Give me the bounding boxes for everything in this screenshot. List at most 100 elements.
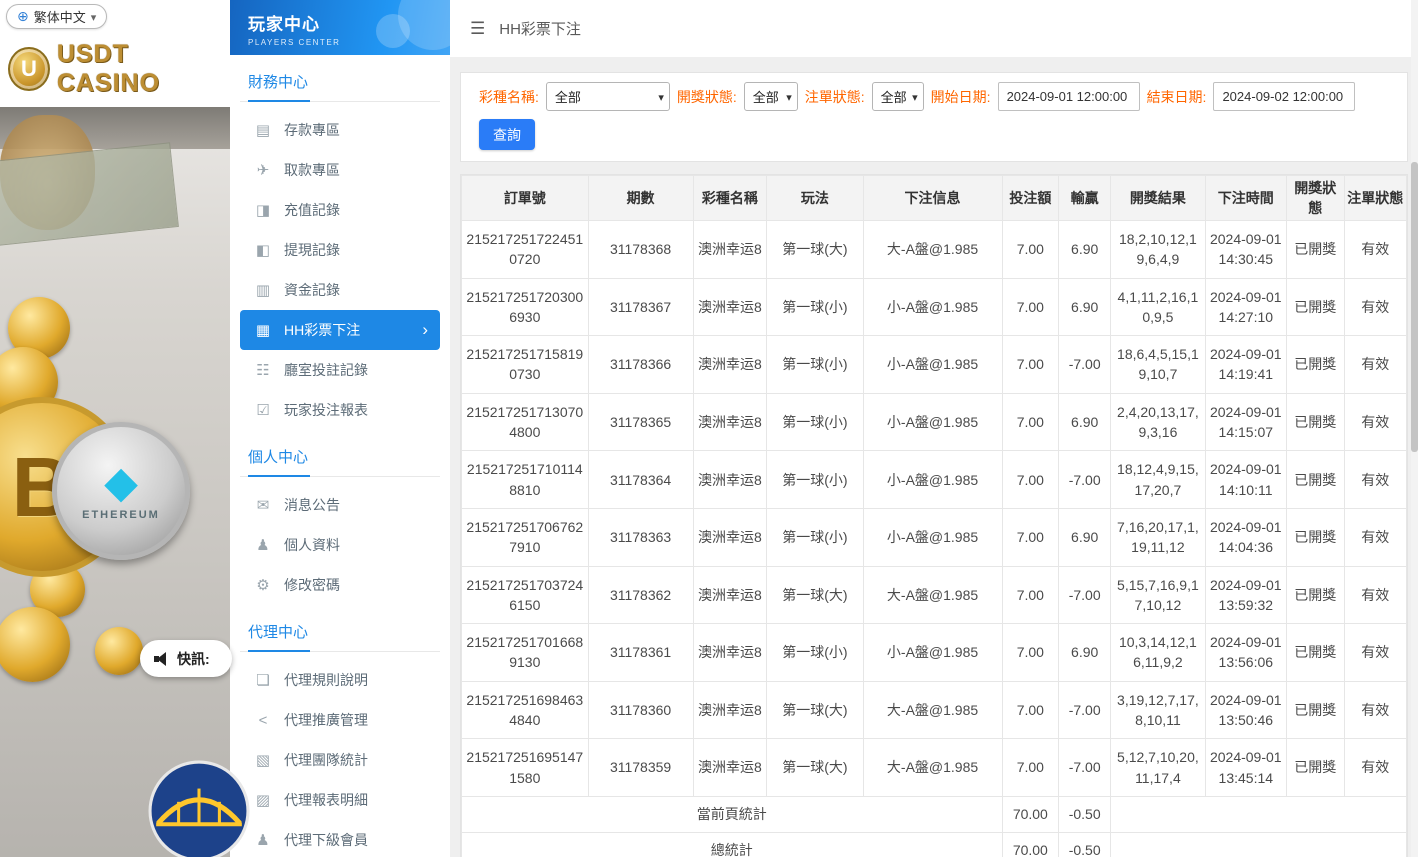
column-header: 彩種名稱 [692,175,768,221]
cell-lottery: 澳洲幸运8 [692,565,768,625]
cell-play: 第一球(大) [766,565,864,625]
topbar: HH彩票下注 [450,0,1418,57]
total-win: -0.50 [1058,795,1112,833]
cell-draw_status: 已開獎 [1285,565,1345,625]
column-header: 下注信息 [862,175,1003,221]
cell-time: 2024-09-01 13:45:14 [1204,738,1287,797]
cell-amount: 7.00 [1001,335,1060,394]
bridge-logo-icon [148,760,250,857]
cell-order_no: 2152172517158190730 [461,335,589,394]
cell-order_status: 有效 [1343,450,1408,509]
sidebar-item-agent-members[interactable]: ♟ 代理下級會員 [240,820,440,857]
brand-text: USDT CASINO [56,40,161,97]
recharge-record-icon: ◨ [255,202,271,219]
sidebar-item-label: 存款專區 [284,122,340,138]
scrollbar-track [1411,0,1418,857]
bell-icon: ✉ [256,497,270,514]
cell-amount: 7.00 [1001,277,1060,337]
sidebar-item-label: 資金記錄 [284,282,340,298]
cell-period: 31178364 [587,450,694,509]
hamburger-menu-icon[interactable] [470,19,485,39]
page-title: HH彩票下注 [499,21,581,38]
sidebar-item-label: 代理報表明細 [284,792,368,808]
cell-time: 2024-09-01 14:27:10 [1204,277,1287,337]
sidebar-item-agent-report-detail[interactable]: ▨ 代理報表明細 [240,780,440,820]
table-body: 2152172517224510720 31178368 澳洲幸运8 第一球(大) 大-… [461,220,1408,857]
cell-lottery: 澳洲幸运8 [692,623,768,682]
caret-down-icon [658,89,664,104]
cell-result: 18,2,10,12,19,6,4,9 [1110,220,1206,279]
filter-row: 彩種名稱: 全部 開獎狀態: 全部 注單狀態: 全部 開始 [479,82,1389,111]
cell-play: 第一球(小) [766,450,864,509]
ethereum-coin-graphic: ◆ ETHEREUM [52,422,190,560]
sidebar-item-label: 充值記錄 [284,202,340,218]
cell-play: 第一球(小) [766,392,864,452]
sidebar-item-room-bet-records[interactable]: ☷ 廳室投註記錄 [240,350,440,390]
caret-down-icon [91,9,97,24]
start-date-label: 開始日期: [930,88,991,105]
table-header-row: 訂單號 期數 彩種名稱 玩法 下注信息 投注額 輸贏 開獎結果 下注時間 開獎狀態 注單狀態 [461,175,1408,221]
sidebar-item-agent-rules[interactable]: ❏ 代理規則說明 [240,660,440,700]
news-ticker-button[interactable]: 快訊: [140,640,232,677]
sidebar-item-label: 代理下級會員 [284,832,368,848]
cell-play: 第一球(小) [766,277,864,337]
language-label: 繁体中文 [33,10,86,25]
cell-order_status: 有效 [1343,220,1408,279]
cell-bet_info: 小-A盤@1.985 [862,335,1003,394]
column-header: 下注時間 [1204,175,1287,221]
sidebar-item-funds-records[interactable]: ▥ 資金記錄 [240,270,440,310]
column-header: 注單狀態 [1343,175,1408,221]
cell-order_no: 2152172517101148810 [461,450,589,509]
order-status-select-value: 全部 [880,90,907,105]
members-icon: ♟ [256,832,270,849]
order-status-label: 注單狀態: [804,88,865,105]
sidebar-item-withdraw[interactable]: ✈ 取款專區 [240,150,440,190]
cell-order_no: 2152172517016689130 [461,623,589,682]
sidebar-item-recharge-records[interactable]: ◨ 充值記錄 [240,190,440,230]
order-status-select[interactable]: 全部 [871,82,924,111]
start-date-input[interactable] [997,82,1140,111]
column-header: 玩法 [766,175,864,221]
cell-result: 3,19,12,7,17,8,10,11 [1110,680,1206,740]
promo-top-strip: 繁体中文 U USDT CASINO [0,0,230,107]
cell-amount: 7.00 [1001,738,1060,797]
sidebar-item-profile[interactable]: ♟ 個人資料 [240,525,440,565]
cell-period: 31178368 [587,220,694,279]
language-selector[interactable]: 繁体中文 [6,4,108,29]
bets-table: 訂單號 期數 彩種名稱 玩法 下注信息 投注額 輸贏 開獎結果 下注時間 開獎狀態 注單狀態 215… [461,175,1408,857]
sidebar-item-label: HH彩票下注 [284,322,361,338]
sidebar: 玩家中心 PLAYERS CENTER 財務中心 ▤ 存款專區 ✈ 取款專區 ◨ 充值記錄 ◧… [230,0,450,857]
end-date-input[interactable] [1213,82,1356,111]
sidebar-item-announcements[interactable]: ✉ 消息公告 [240,485,440,525]
table-row: 2152172517203006930 31178367 澳洲幸运8 第一球(小) 小-… [461,277,1408,337]
total-empty [1110,831,1407,857]
cell-result: 2,4,20,13,17,9,3,16 [1110,392,1206,452]
query-button[interactable]: 查詢 [479,119,535,150]
scrollbar-thumb[interactable] [1411,162,1418,452]
cell-play: 第一球(大) [766,738,864,797]
sidebar-item-withdrawal-records[interactable]: ◧ 提現記錄 [240,230,440,270]
column-header: 開獎狀態 [1285,175,1345,221]
sidebar-item-hh-lottery-bets[interactable]: ▦ HH彩票下注 [240,310,440,350]
cell-win: 6.90 [1058,277,1112,337]
cell-period: 31178363 [587,507,694,567]
sidebar-title: 玩家中心 [248,15,320,34]
sidebar-item-change-password[interactable]: ⚙ 修改密碼 [240,565,440,605]
column-header: 開獎結果 [1110,175,1206,221]
cell-win: 6.90 [1058,623,1112,682]
sidebar-item-deposit[interactable]: ▤ 存款專區 [240,110,440,150]
cell-lottery: 澳洲幸运8 [692,738,768,797]
total-row: 總統計 70.00 -0.50 [461,831,1407,857]
sidebar-item-agent-promotion[interactable]: < 代理推廣管理 [240,700,440,740]
lottery-name-select[interactable]: 全部 [545,82,670,111]
sidebar-item-agent-team-stats[interactable]: ▧ 代理團隊統計 [240,740,440,780]
sidebar-item-player-bet-report[interactable]: ☑ 玩家投注報表 [240,390,440,430]
cell-time: 2024-09-01 14:10:11 [1204,450,1287,509]
cell-lottery: 澳洲幸运8 [692,680,768,740]
cell-draw_status: 已開獎 [1285,392,1345,452]
speaker-icon [154,651,169,666]
main-area: HH彩票下注 彩種名稱: 全部 開獎狀態: 全部 注單狀態: [450,0,1418,857]
cell-order_no: 2152172516984634840 [461,680,589,740]
column-header: 訂單號 [461,175,589,221]
draw-status-select[interactable]: 全部 [743,82,798,111]
